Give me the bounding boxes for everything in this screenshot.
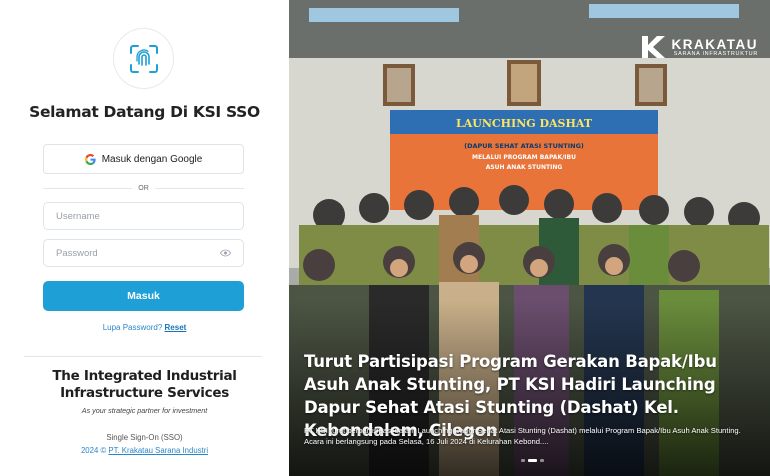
forgot-password: Lupa Password? Reset (0, 323, 289, 332)
or-label: OR (138, 184, 149, 192)
tagline-line-1: The Integrated Industrial (52, 368, 237, 384)
sso-logo (113, 28, 174, 89)
slide-dot-active[interactable] (528, 459, 537, 462)
reset-password-link[interactable]: Reset (165, 323, 187, 332)
company-tagline: The Integrated Industrial Infrastructure… (0, 368, 289, 402)
slide-caption-description: PT KSI turut berpartisipasi dalam Launch… (304, 426, 741, 446)
copyright: 2024 © PT. Krakatau Sarana Industri (0, 446, 289, 455)
or-divider: OR (43, 182, 244, 194)
login-button[interactable]: Masuk (43, 281, 244, 311)
section-divider (24, 356, 262, 357)
forgot-password-text: Lupa Password? (102, 323, 163, 332)
page-title: Selamat Datang Di KSI SSO (29, 103, 260, 121)
slide-indicators (521, 459, 544, 462)
google-button-label: Masuk dengan Google (101, 153, 203, 165)
divider-line (43, 187, 133, 189)
banner-title: LAUNCHING DASHAT (456, 117, 593, 130)
google-icon (84, 153, 96, 165)
tagline-line-2: Infrastructure Services (60, 385, 229, 401)
banner-line-3: ASUH ANAK STUNTING (486, 164, 563, 171)
eye-icon[interactable] (220, 249, 231, 257)
username-placeholder: Username (56, 210, 100, 222)
login-page: Selamat Datang Di KSI SSO Masuk dengan G… (0, 0, 770, 476)
google-signin-button[interactable]: Masuk dengan Google (43, 144, 244, 174)
company-subtagline: As your strategic partner for investment (81, 406, 208, 415)
sso-label: Single Sign-On (SSO) (106, 433, 183, 442)
banner-line-1: (DAPUR SEHAT ATASI STUNTING) (464, 142, 584, 150)
company-link[interactable]: PT. Krakatau Sarana Industri (108, 446, 208, 455)
divider-line (154, 187, 244, 189)
banner-line-2: MELALUI PROGRAM BAPAK/IBU (472, 154, 576, 161)
brand-name: KRAKATAU (671, 36, 758, 52)
brand-text: KRAKATAU SARANA INFRASTRUKTUR (671, 36, 759, 57)
username-input[interactable]: Username (43, 202, 244, 230)
krakatau-k-icon (641, 36, 665, 58)
password-input[interactable]: Password (43, 239, 244, 267)
news-slideshow[interactable]: LAUNCHING DASHAT (DAPUR SEHAT ATASI STUN… (289, 0, 770, 476)
password-placeholder: Password (56, 247, 98, 259)
brand-subtitle: SARANA INFRASTRUKTUR (673, 50, 758, 57)
login-panel: Selamat Datang Di KSI SSO Masuk dengan G… (0, 0, 289, 476)
slide-dot[interactable] (521, 459, 525, 462)
fingerprint-scan-icon (129, 44, 158, 73)
copyright-prefix: 2024 © (80, 446, 107, 455)
krakatau-logo: KRAKATAU SARANA INFRASTRUKTUR (640, 34, 759, 60)
slide-dot[interactable] (540, 459, 544, 462)
